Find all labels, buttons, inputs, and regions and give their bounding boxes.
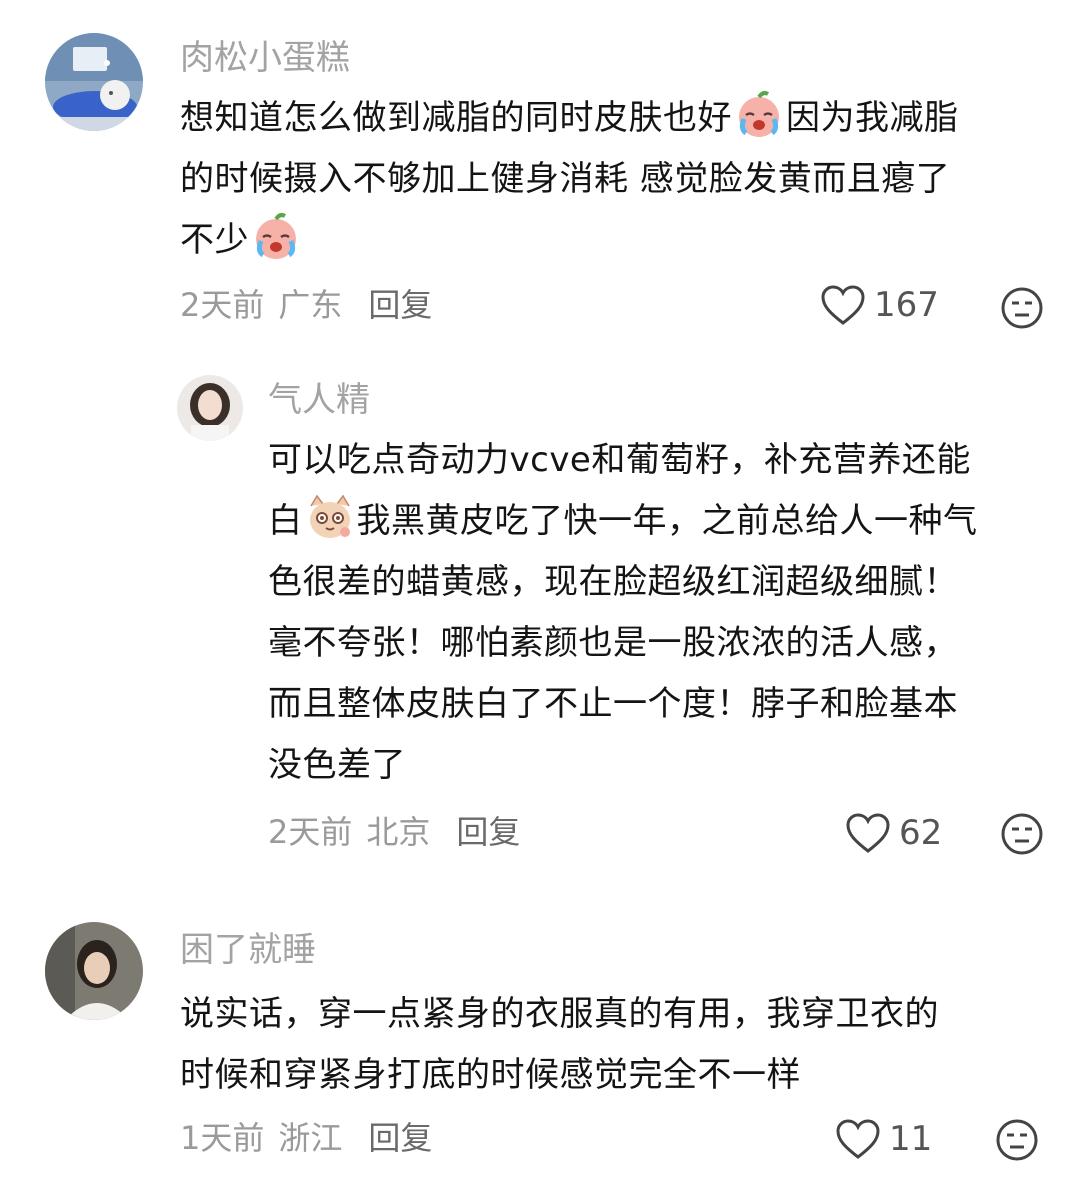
avatar[interactable] bbox=[45, 33, 143, 131]
heart-outline-icon bbox=[846, 813, 890, 853]
username[interactable]: 气人精 bbox=[268, 380, 370, 420]
heart-outline-icon bbox=[821, 285, 865, 325]
reply-button[interactable]: 回复 bbox=[456, 813, 520, 851]
username[interactable]: 困了就睡 bbox=[180, 930, 316, 970]
comment-line: 我黑黄皮吃了快一年，之前总给人一种气 bbox=[356, 501, 978, 541]
comment-line: 因为我减脂 bbox=[786, 98, 959, 138]
comment-text: 想知道怎么做到减脂的同时皮肤也好 因为我减脂 的时候摄入不够加上健身消耗 感觉脸发… bbox=[180, 88, 959, 271]
comment-line: 时候和穿紧身打底的时候感觉完全不一样 bbox=[180, 1055, 801, 1095]
comment-line: 想知道怎么做到减脂的同时皮肤也好 bbox=[180, 98, 732, 138]
like-count: 167 bbox=[874, 285, 939, 325]
avatar[interactable] bbox=[177, 375, 243, 441]
comment-text: 可以吃点奇动力vcve和葡萄籽，补充营养还能 白 我黑黄皮吃了快一年，之前总给人一… bbox=[268, 430, 978, 796]
reply-button[interactable]: 回复 bbox=[368, 286, 432, 324]
comment-meta: 1天前 浙江 回复 bbox=[180, 1118, 432, 1158]
comment-line: 的时候摄入不够加上健身消耗 感觉脸发黄而且瘪了 bbox=[180, 159, 951, 199]
like-count: 62 bbox=[899, 813, 943, 853]
heart-outline-icon bbox=[836, 1119, 880, 1159]
neutral-face-icon[interactable] bbox=[1000, 286, 1044, 330]
comment-line: 不少 bbox=[180, 220, 249, 260]
like-count: 11 bbox=[889, 1119, 933, 1159]
cat-emoji-icon bbox=[309, 494, 350, 538]
comment-line: 毫不夸张！哪怕素颜也是一股浓浓的活人感， bbox=[268, 623, 958, 663]
location: 北京 bbox=[366, 813, 431, 851]
username[interactable]: 肉松小蛋糕 bbox=[180, 38, 350, 78]
comment-line: 没色差了 bbox=[268, 745, 406, 785]
neutral-face-icon[interactable] bbox=[995, 1118, 1039, 1162]
comment-meta: 2天前 北京 回复 bbox=[268, 812, 520, 852]
crying-face-emoji-icon bbox=[256, 213, 296, 259]
like-button[interactable]: 167 bbox=[820, 284, 939, 326]
reply-button[interactable]: 回复 bbox=[368, 1119, 432, 1157]
comment-meta: 2天前 广东 回复 bbox=[180, 285, 432, 325]
like-button[interactable]: 62 bbox=[845, 812, 942, 854]
timestamp: 1天前 bbox=[180, 1119, 265, 1157]
location: 广东 bbox=[278, 286, 343, 324]
timestamp: 2天前 bbox=[180, 286, 265, 324]
comment-line: 白 bbox=[268, 501, 303, 541]
crying-face-emoji-icon bbox=[739, 91, 779, 137]
comment-line: 说实话，穿一点紧身的衣服真的有用，我穿卫衣的 bbox=[180, 994, 939, 1034]
timestamp: 2天前 bbox=[268, 813, 353, 851]
neutral-face-icon[interactable] bbox=[1000, 812, 1044, 856]
comment-line: 而且整体皮肤白了不止一个度！脖子和脸基本 bbox=[268, 684, 958, 724]
location: 浙江 bbox=[278, 1119, 343, 1157]
like-button[interactable]: 11 bbox=[835, 1118, 932, 1160]
comment-text: 说实话，穿一点紧身的衣服真的有用，我穿卫衣的 时候和穿紧身打底的时候感觉完全不一… bbox=[180, 984, 939, 1106]
avatar[interactable] bbox=[45, 922, 143, 1020]
comment-line: 色很差的蜡黄感，现在脸超级红润超级细腻！ bbox=[268, 562, 958, 602]
comment-line: 可以吃点奇动力vcve和葡萄籽，补充营养还能 bbox=[268, 440, 971, 480]
